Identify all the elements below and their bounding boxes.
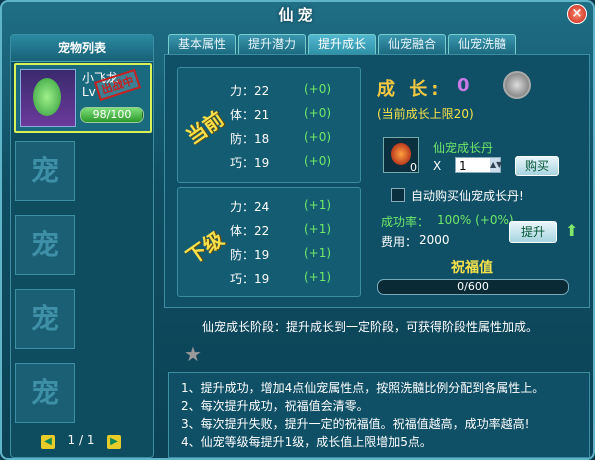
quantity-arrow-icon[interactable]: ▲▼ bbox=[490, 158, 502, 172]
quantity-stepper[interactable]: 1 ▲▼ bbox=[455, 157, 502, 173]
growth-limit: (当前成长上限20) bbox=[377, 107, 474, 121]
next-stat-delta: (+1) bbox=[304, 198, 332, 212]
tab-growth[interactable]: 提升成长 bbox=[308, 34, 376, 55]
tab-basic-attributes[interactable]: 基本属性 bbox=[168, 34, 236, 54]
quantity-value: 1 bbox=[459, 159, 467, 173]
pet-list-title: 宠物列表 bbox=[11, 35, 153, 62]
auto-buy-checkbox[interactable] bbox=[391, 188, 405, 202]
next-stats-panel: 下级 力：24 (+1) 体：22 (+1) 防：19 (+1) 巧：19 (+… bbox=[177, 187, 361, 297]
growth-description-box: 仙宠成长阶段：提升成长到一定阶段，可获得阶段性属性加成。 bbox=[166, 312, 586, 366]
next-stat: 体：22 bbox=[230, 224, 270, 238]
current-stat: 体：21 bbox=[230, 108, 270, 122]
page-indicator: 1 / 1 bbox=[67, 433, 95, 447]
tab-fusion[interactable]: 仙宠融合 bbox=[378, 34, 446, 54]
wish-title: 祝福值 bbox=[451, 260, 493, 276]
close-button[interactable]: × bbox=[567, 4, 587, 24]
current-stat-delta: (+0) bbox=[304, 154, 332, 168]
empty-pet-slot[interactable]: 宠 bbox=[15, 141, 75, 201]
success-rate-label: 成功率： bbox=[381, 215, 430, 229]
cost-value: 2000 bbox=[419, 233, 450, 247]
wish-value: 0/600 bbox=[457, 280, 489, 293]
tab-refine[interactable]: 仙宠洗髓 bbox=[448, 34, 516, 54]
up-arrow-icon: ⬆ bbox=[565, 221, 579, 240]
next-stat-delta: (+1) bbox=[304, 246, 332, 260]
current-stats-panel: 当前 力：22 (+0) 体：21 (+0) 防：18 (+0) 巧：19 (+… bbox=[177, 67, 361, 183]
cost-label: 费用： bbox=[381, 235, 418, 249]
pet-pager: ◀ 1 / 1 ▶ bbox=[41, 433, 121, 451]
rule-line: 4、仙宠等级每提升1级，成长值上限增加5点。 bbox=[181, 435, 432, 449]
medal-icon bbox=[503, 71, 531, 99]
prev-page-button[interactable]: ◀ bbox=[41, 435, 55, 449]
next-level-label: 下级 bbox=[181, 226, 229, 270]
growth-value: 0 bbox=[457, 75, 470, 96]
empty-pet-slot[interactable]: 宠 bbox=[15, 215, 75, 275]
pet-list-panel: 宠物列表 小飞龙 Lv 出战中 98/100 宠 宠 宠 宠 ◀ 1 / 1 ▶ bbox=[10, 34, 154, 458]
pet-window: 仙宠 × 宠物列表 小飞龙 Lv 出战中 98/100 宠 宠 宠 宠 ◀ 1 … bbox=[0, 0, 595, 460]
next-stat: 防：19 bbox=[230, 248, 270, 262]
next-page-button[interactable]: ▶ bbox=[107, 435, 121, 449]
growth-panel: 当前 力：22 (+0) 体：21 (+0) 防：18 (+0) 巧：19 (+… bbox=[164, 54, 590, 308]
pet-card-selected[interactable]: 小飞龙 Lv 出战中 98/100 bbox=[14, 63, 152, 133]
rules-box: 1、提升成功，增加4点仙宠属性点，按照洗髓比例分配到各属性上。 2、每次提升成功… bbox=[168, 372, 590, 458]
current-stat-delta: (+0) bbox=[304, 106, 332, 120]
item-count: 0 bbox=[410, 161, 417, 174]
current-stat: 防：18 bbox=[230, 132, 270, 146]
next-stat-delta: (+1) bbox=[304, 270, 332, 284]
current-label: 当前 bbox=[181, 106, 229, 150]
pet-hp-bar: 98/100 bbox=[80, 107, 144, 123]
pet-avatar bbox=[20, 69, 76, 127]
growth-pill-icon bbox=[391, 143, 411, 165]
item-name: 仙宠成长丹 bbox=[433, 141, 494, 155]
times-sign: X bbox=[433, 159, 442, 173]
auto-buy-label: 自动购买仙宠成长丹! bbox=[411, 189, 524, 203]
growth-label: 成 长: bbox=[377, 79, 443, 100]
growth-pill-item[interactable]: 0 bbox=[383, 137, 419, 174]
current-stat: 力：22 bbox=[230, 84, 270, 98]
pet-dragon-icon bbox=[33, 78, 61, 116]
rule-line: 3、每次提升失败，提升一定的祝福值。祝福值越高，成功率越高! bbox=[181, 417, 530, 431]
current-stat-delta: (+0) bbox=[304, 82, 332, 96]
current-stat: 巧：19 bbox=[230, 156, 270, 170]
growth-description: 仙宠成长阶段：提升成长到一定阶段，可获得阶段性属性加成。 bbox=[202, 320, 539, 334]
empty-pet-slot[interactable]: 宠 bbox=[15, 363, 75, 423]
rule-line: 2、每次提升成功，祝福值会清零。 bbox=[181, 399, 369, 413]
upgrade-button[interactable]: 提升 bbox=[509, 221, 557, 243]
empty-pet-slot[interactable]: 宠 bbox=[15, 289, 75, 349]
pet-hp-text: 98/100 bbox=[92, 108, 132, 121]
pet-level: Lv bbox=[82, 85, 96, 99]
rule-line: 1、提升成功，增加4点仙宠属性点，按照洗髓比例分配到各属性上。 bbox=[181, 381, 545, 395]
success-rate-value: 100% (+0%) bbox=[437, 213, 514, 227]
buy-button[interactable]: 购买 bbox=[515, 156, 559, 176]
next-stat-delta: (+1) bbox=[304, 222, 332, 236]
star-icon: ★ bbox=[184, 342, 202, 366]
tab-potential[interactable]: 提升潜力 bbox=[238, 34, 306, 54]
next-stat: 力：24 bbox=[230, 200, 270, 214]
window-title: 仙宠 bbox=[278, 6, 317, 24]
title-bar: 仙宠 × bbox=[2, 2, 593, 28]
next-stat: 巧：19 bbox=[230, 272, 270, 286]
current-stat-delta: (+0) bbox=[304, 130, 332, 144]
wish-bar: 0/600 bbox=[377, 279, 569, 295]
